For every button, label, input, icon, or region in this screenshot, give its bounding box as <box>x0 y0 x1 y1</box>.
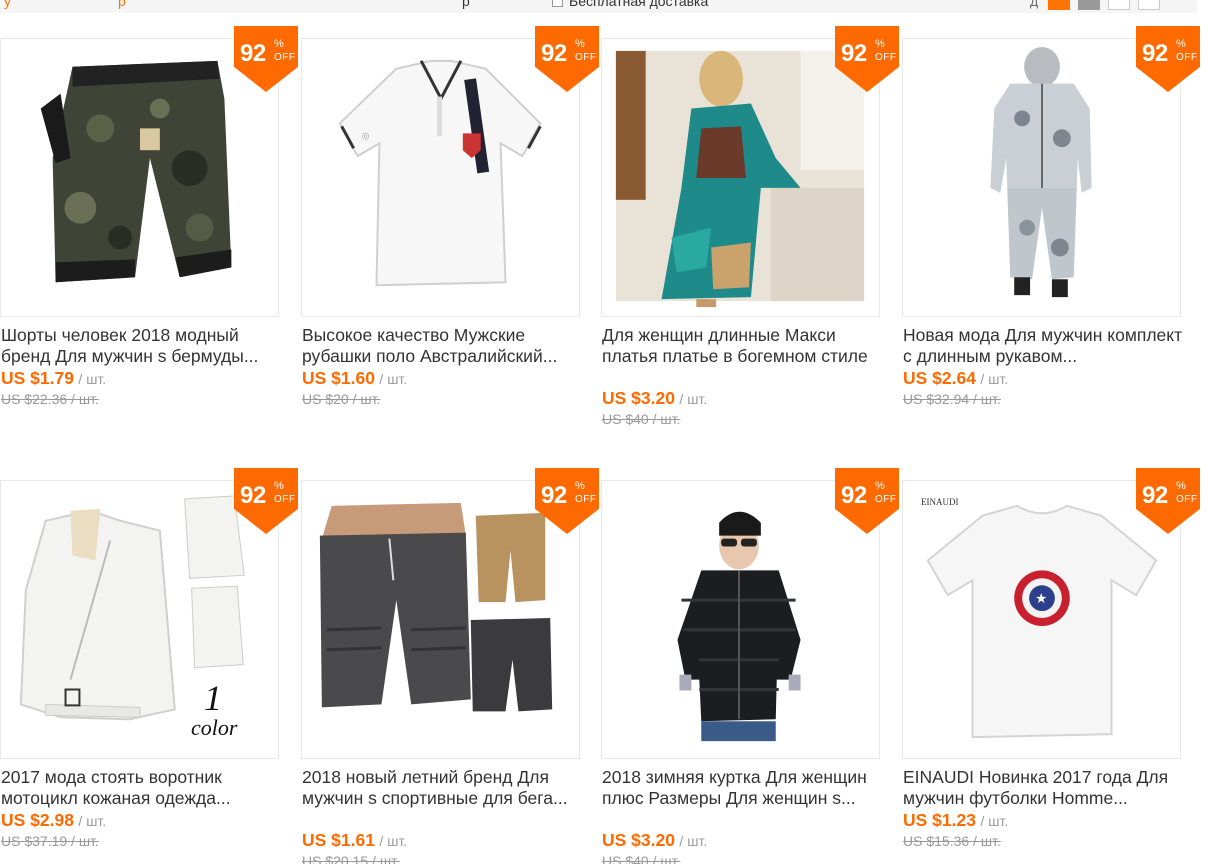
product-price: US $1.60 <box>302 368 375 388</box>
discount-badge: 92% OFF <box>535 26 599 92</box>
gallery-view-icon[interactable] <box>1048 0 1071 10</box>
original-price: US $37.19 / шт. <box>1 833 99 849</box>
product-price: US $2.64 <box>903 368 976 388</box>
price-line: US $3.20 / шт. <box>602 830 707 851</box>
filter-bar: у р р Бесплатная доставка Д <box>0 0 1197 13</box>
free-shipping-filter[interactable]: Бесплатная доставка <box>552 0 708 9</box>
product-price: US $3.20 <box>602 388 675 408</box>
price-unit: / шт. <box>78 371 107 387</box>
price-line: US $1.61 / шт. <box>302 830 407 851</box>
svg-text:★: ★ <box>1035 591 1047 607</box>
list-view-icon[interactable] <box>1078 0 1101 10</box>
original-price: US $40 / шт. <box>602 411 681 427</box>
compact-view-icon[interactable] <box>1138 0 1161 10</box>
product-title[interactable]: EINAUDI Новинка 2017 года Для мужчин фут… <box>903 767 1193 808</box>
discount-badge: 92% OFF <box>234 26 298 92</box>
product-title[interactable]: 2018 новый летний бренд Для мужчин s спо… <box>302 767 592 808</box>
product-title[interactable]: Для женщин длинные Макси платья платье в… <box>602 325 892 366</box>
product-price: US $1.23 <box>903 810 976 830</box>
discount-badge: 92% OFF <box>234 468 298 534</box>
original-price: US $15.36 / шт. <box>903 833 1001 849</box>
price-line: US $1.60 / шт. <box>302 368 407 389</box>
price-unit: / шт. <box>679 833 708 849</box>
product-price: US $1.79 <box>1 368 74 388</box>
price-line: US $1.79 / шт. <box>1 368 106 389</box>
discount-badge: 92% OFF <box>835 26 899 92</box>
price-unit: / шт. <box>980 813 1009 829</box>
discount-badge: 92% OFF <box>1136 468 1200 534</box>
price-unit: / шт. <box>379 371 408 387</box>
price-line: US $2.98 / шт. <box>1 810 106 831</box>
discount-badge: 92% OFF <box>535 468 599 534</box>
sort-option[interactable]: р <box>462 0 470 9</box>
original-price: US $22.36 / шт. <box>1 391 99 407</box>
product-title[interactable]: 2017 мода стоять воротник мотоцикл кожан… <box>1 767 291 808</box>
price-unit: / шт. <box>379 833 408 849</box>
original-price: US $40 / шт. <box>602 853 681 864</box>
product-price: US $3.20 <box>602 830 675 850</box>
sort-option[interactable]: р <box>118 0 126 9</box>
price-line: US $3.20 / шт. <box>602 388 707 409</box>
product-price: US $2.98 <box>1 810 74 830</box>
product-title[interactable]: 2018 зимняя куртка Для женщин плюс Разме… <box>602 767 892 808</box>
product-title[interactable]: Новая мода Для мужчин комплект с длинным… <box>903 325 1193 366</box>
price-line: US $1.23 / шт. <box>903 810 1008 831</box>
tshirt-brand-label: EINAUDI <box>921 497 959 507</box>
grid-view-icon[interactable] <box>1108 0 1131 10</box>
jacket-color-count: 1 <box>204 678 222 718</box>
original-price: US $32.94 / шт. <box>903 391 1001 407</box>
svg-text:◎: ◎ <box>362 130 370 140</box>
product-title[interactable]: Высокое качество Мужские рубашки поло Ав… <box>302 325 592 366</box>
product-price: US $1.61 <box>302 830 375 850</box>
price-line: US $2.64 / шт. <box>903 368 1008 389</box>
product-title[interactable]: Шорты человек 2018 модный бренд Для мужч… <box>1 325 291 366</box>
free-shipping-label: Бесплатная доставка <box>569 0 709 9</box>
discount-badge: 92% OFF <box>1136 26 1200 92</box>
price-unit: / шт. <box>679 391 708 407</box>
free-shipping-checkbox[interactable] <box>552 0 563 7</box>
jacket-color-word: color <box>191 715 238 740</box>
sort-option-active[interactable]: у <box>4 0 11 9</box>
original-price: US $20.15 / шт. <box>302 853 400 864</box>
original-price: US $20 / шт. <box>302 391 381 407</box>
discount-badge: 92% OFF <box>835 468 899 534</box>
view-switcher: Д <box>1030 0 1161 10</box>
price-unit: / шт. <box>980 371 1009 387</box>
view-label: Д <box>1030 0 1039 9</box>
price-unit: / шт. <box>78 813 107 829</box>
